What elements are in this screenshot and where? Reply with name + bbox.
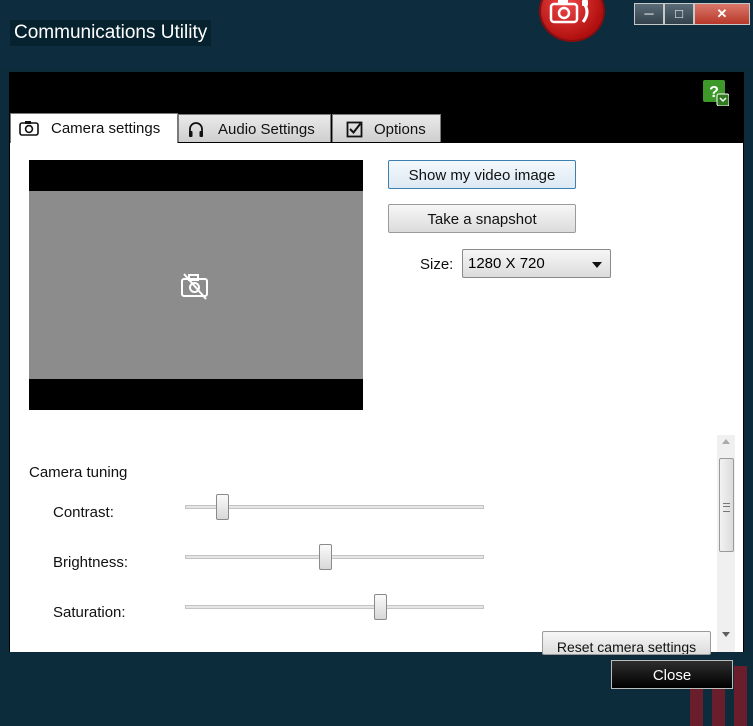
saturation-slider-thumb[interactable]	[374, 594, 387, 620]
checkbox-icon	[346, 121, 364, 143]
tab-camera-settings[interactable]: Camera settings	[10, 113, 178, 143]
camera-icon	[19, 120, 39, 140]
camera-tuning-heading: Camera tuning	[29, 464, 128, 481]
video-preview	[29, 160, 363, 410]
brightness-slider-track[interactable]	[185, 555, 484, 559]
background-stripe	[734, 666, 747, 726]
scroll-down-arrow-icon[interactable]	[722, 632, 730, 637]
close-button[interactable]: Close	[611, 660, 733, 689]
contrast-label: Contrast:	[53, 504, 114, 521]
show-video-button[interactable]: Show my video image	[388, 160, 576, 189]
tab-label: Options	[374, 121, 426, 138]
contrast-slider-track[interactable]	[185, 505, 484, 509]
window-close-button[interactable]: ✕	[694, 3, 750, 25]
help-question-icon[interactable]: ?	[703, 80, 730, 107]
reset-camera-settings-button[interactable]: Reset camera settings	[542, 631, 711, 655]
size-dropdown[interactable]: 1280 X 720	[462, 249, 611, 278]
scroll-up-arrow-icon[interactable]	[722, 439, 730, 444]
maximize-button[interactable]: □	[664, 3, 694, 25]
grip-icon	[723, 503, 730, 512]
snapshot-button[interactable]: Take a snapshot	[388, 204, 576, 233]
window-title: Communications Utility	[10, 20, 212, 46]
brightness-label: Brightness:	[53, 554, 129, 571]
brightness-slider-thumb[interactable]	[319, 544, 332, 570]
vertical-scrollbar[interactable]	[717, 435, 735, 652]
video-preview-area	[29, 191, 363, 379]
tab-label: Camera settings	[51, 120, 161, 137]
camera-off-icon	[180, 272, 210, 305]
minimize-button[interactable]: ─	[634, 3, 664, 25]
headset-icon	[187, 121, 205, 143]
saturation-slider-track[interactable]	[185, 605, 484, 609]
contrast-slider-thumb[interactable]	[216, 494, 229, 520]
size-value: 1280 X 720	[468, 255, 545, 272]
client-area: ? Camera settings Audio Settings Options	[9, 72, 744, 655]
tab-options[interactable]: Options	[332, 114, 441, 142]
size-label: Size:	[420, 256, 454, 273]
saturation-label: Saturation:	[53, 604, 126, 621]
tab-audio-settings[interactable]: Audio Settings	[178, 114, 331, 142]
camera-settings-panel: Show my video image Take a snapshot Size…	[10, 143, 743, 655]
tab-label: Audio Settings	[218, 121, 315, 138]
scrollbar-thumb[interactable]	[719, 458, 734, 552]
chevron-down-icon	[592, 262, 602, 268]
